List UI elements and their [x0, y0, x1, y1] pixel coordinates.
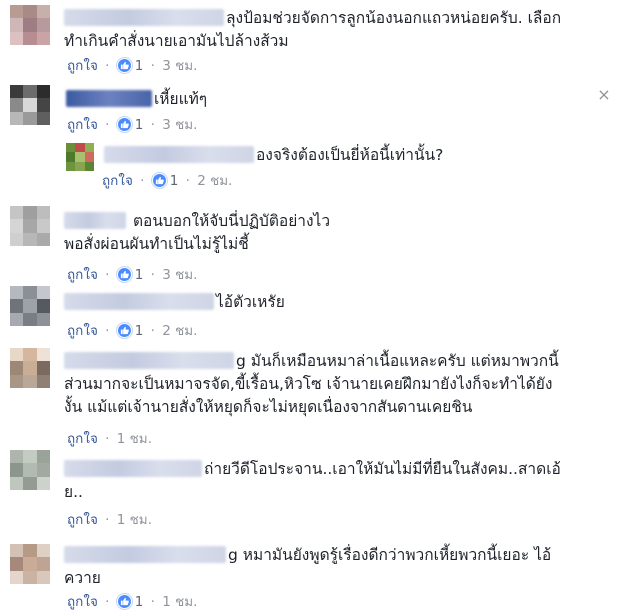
thumbs-up-icon[interactable] [116, 594, 132, 609]
avatar[interactable] [10, 5, 50, 45]
timestamp[interactable]: 1 ชม. [117, 431, 152, 447]
comment-text: g หมามันยังพูดรู้เรื่องดีกว่าพวกเหี้ยพวก… [64, 546, 552, 587]
like-link[interactable]: ถูกใจ [67, 267, 98, 283]
commenter-name[interactable] [64, 460, 202, 477]
like-link[interactable]: ถูกใจ [67, 323, 98, 339]
comment-actions: ถูกใจ · 1 · 3 ชม. [67, 267, 198, 283]
avatar[interactable] [66, 143, 94, 171]
avatar[interactable] [10, 286, 50, 326]
comment-text: ตอนบอกให้จับนี่ปฏิบัติอย่างไว พอสั่งผ่อน… [64, 212, 331, 253]
timestamp[interactable]: 1 ชม. [117, 512, 152, 528]
like-link[interactable]: ถูกใจ [67, 117, 98, 133]
like-link[interactable]: ถูกใจ [102, 173, 133, 189]
comment-actions: ถูกใจ · 1 ชม. [67, 512, 152, 528]
comment-actions: ถูกใจ · 1 · 2 ชม. [67, 323, 198, 339]
reaction-count[interactable]: 1 [135, 117, 144, 133]
like-link[interactable]: ถูกใจ [67, 512, 98, 528]
thumbs-up-icon[interactable] [116, 117, 132, 132]
comment-text: ลุงป้อมช่วยจัดการลูกน้องนอกแถวหน่อยครับ.… [64, 9, 562, 50]
timestamp[interactable]: 3 ชม. [162, 58, 197, 74]
comment-text: ไอ้ตัวเหรัย [64, 291, 285, 314]
comment-actions: ถูกใจ · 1 · 2 ชม. [102, 173, 233, 189]
reaction-count[interactable]: 1 [135, 267, 144, 283]
reaction-count[interactable]: 1 [135, 323, 144, 339]
avatar[interactable] [10, 450, 50, 490]
timestamp[interactable]: 2 ชม. [162, 323, 197, 339]
commenter-name[interactable] [64, 546, 226, 563]
reaction-count[interactable]: 1 [135, 594, 144, 610]
close-icon[interactable]: × [597, 87, 611, 103]
comment-actions: ถูกใจ · 1 · 3 ชม. [67, 58, 198, 74]
timestamp[interactable]: 1 ชม. [162, 594, 197, 610]
avatar[interactable] [10, 544, 50, 584]
commenter-name[interactable] [64, 9, 224, 26]
comment-actions: ถูกใจ · 1 ชม. [67, 431, 152, 447]
comment-text: ถ่ายวีดีโอประจาน..เอาให้มันไม่มีที่ยืนใน… [64, 460, 561, 501]
comment-actions: ถูกใจ · 1 · 1 ชม. [67, 594, 198, 610]
commenter-name[interactable] [66, 90, 152, 107]
avatar[interactable] [10, 206, 50, 246]
avatar[interactable] [10, 85, 50, 125]
timestamp[interactable]: 3 ชม. [162, 267, 197, 283]
commenter-name[interactable] [64, 293, 214, 310]
like-link[interactable]: ถูกใจ [67, 58, 98, 74]
commenter-name[interactable] [64, 212, 126, 229]
reaction-count[interactable]: 1 [170, 173, 179, 189]
like-link[interactable]: ถูกใจ [67, 594, 98, 610]
comment-text: องจริงต้องเป็นยี่ห้อนี้เท่านั้น? [104, 144, 443, 167]
comment-text: เหี้ยแท้ๆ [66, 88, 207, 111]
thumbs-up-icon[interactable] [116, 267, 132, 282]
like-link[interactable]: ถูกใจ [67, 431, 98, 447]
timestamp[interactable]: 3 ชม. [162, 117, 197, 133]
avatar[interactable] [10, 348, 50, 388]
comment-text: g มันก็เหมือนหมาล่าเนื้อแหละครับ แต่หมาพ… [64, 352, 559, 416]
reaction-count[interactable]: 1 [135, 58, 144, 74]
commenter-name[interactable] [104, 146, 254, 163]
thumbs-up-icon[interactable] [116, 58, 132, 73]
comment-actions: ถูกใจ · 1 · 3 ชม. [67, 117, 198, 133]
commenter-name[interactable] [64, 352, 234, 369]
timestamp[interactable]: 2 ชม. [197, 173, 232, 189]
thumbs-up-icon[interactable] [151, 173, 167, 188]
thumbs-up-icon[interactable] [116, 323, 132, 338]
